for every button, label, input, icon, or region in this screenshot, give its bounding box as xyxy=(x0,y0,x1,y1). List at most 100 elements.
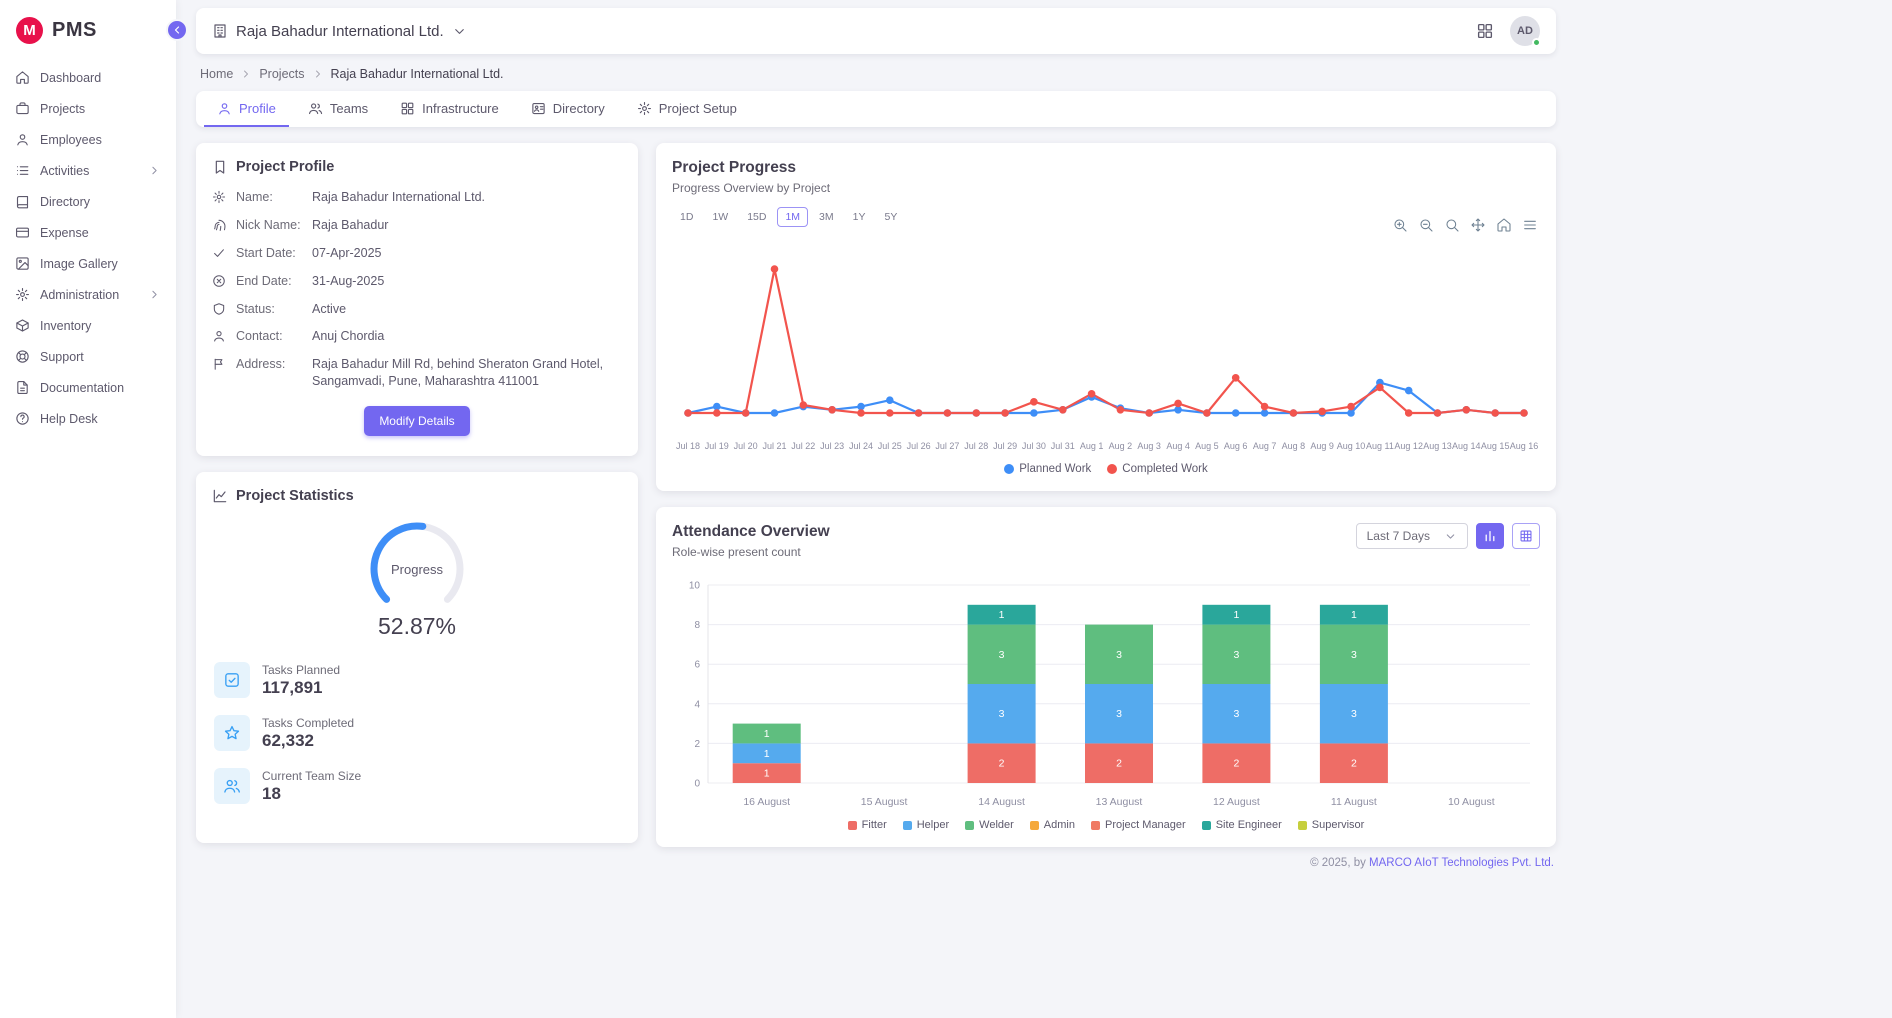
field-value: 07-Apr-2025 xyxy=(312,245,622,262)
date-range-select[interactable]: Last 7 Days xyxy=(1356,523,1468,549)
sidebar-nav: Dashboard Projects Employees Activities Dire… xyxy=(0,58,176,438)
range-1y[interactable]: 1Y xyxy=(845,207,874,227)
sidebar-item-label: Activities xyxy=(40,164,138,178)
check-icon xyxy=(212,246,226,260)
field-label: Status: xyxy=(236,301,302,318)
profile-card-title: Project Profile xyxy=(236,159,334,175)
apps-grid-icon[interactable] xyxy=(1476,22,1494,40)
chevron-right-icon xyxy=(148,288,161,301)
sidebar-item-documentation[interactable]: Documentation xyxy=(0,372,176,403)
field-value: Raja Bahadur xyxy=(312,217,622,234)
modify-details-button[interactable]: Modify Details xyxy=(364,406,469,436)
tab-project-setup[interactable]: Project Setup xyxy=(624,91,750,127)
users-icon xyxy=(308,101,323,116)
building-icon xyxy=(212,23,228,39)
progress-line-chart[interactable]: Jul 18Jul 19Jul 20Jul 21Jul 22Jul 23Jul … xyxy=(672,249,1540,459)
range-3m[interactable]: 3M xyxy=(811,207,842,227)
stat-tasks-planned: Tasks Planned117,891 xyxy=(214,662,620,698)
svg-text:10: 10 xyxy=(689,581,701,592)
sidebar-item-label: Projects xyxy=(40,102,161,116)
sidebar-collapse-button[interactable] xyxy=(166,19,188,41)
range-15d[interactable]: 15D xyxy=(739,207,774,227)
sidebar-item-inventory[interactable]: Inventory xyxy=(0,310,176,341)
app-root: M PMS DashboardProjectsEmployeesActiviti… xyxy=(0,8,1892,879)
sidebar-item-projects[interactable]: Projects xyxy=(0,93,176,124)
range-5y[interactable]: 5Y xyxy=(876,207,905,227)
sidebar-item-directory[interactable]: Directory xyxy=(0,186,176,217)
range-1d[interactable]: 1D xyxy=(672,207,701,227)
legend-item-project-manager[interactable]: Project Manager xyxy=(1091,819,1186,831)
project-statistics-card: Project Statistics Progress 52.87% Tasks… xyxy=(196,472,638,843)
legend-marker xyxy=(1202,821,1211,830)
legend-item-welder[interactable]: Welder xyxy=(965,819,1014,831)
svg-text:13 August: 13 August xyxy=(1096,796,1143,808)
zoom-in-icon[interactable] xyxy=(1392,217,1408,233)
field-value: Raja Bahadur Mill Rd, behind Sheraton Gr… xyxy=(312,356,622,390)
breadcrumb: HomeProjectsRaja Bahadur International L… xyxy=(200,67,1554,81)
breadcrumb-item-projects[interactable]: Projects xyxy=(259,67,304,81)
svg-text:3: 3 xyxy=(1233,708,1239,720)
tab-infrastructure[interactable]: Infrastructure xyxy=(387,91,512,127)
sidebar-item-employees[interactable]: Employees xyxy=(0,124,176,155)
legend-item-fitter[interactable]: Fitter xyxy=(848,819,887,831)
progress-gauge: Progress 52.87% xyxy=(212,514,622,640)
list-icon xyxy=(15,163,30,178)
legend-item-supervisor[interactable]: Supervisor xyxy=(1298,819,1365,831)
footer-company-link[interactable]: MARCO AIoT Technologies Pvt. Ltd. xyxy=(1369,857,1554,869)
sidebar-item-administration[interactable]: Administration xyxy=(0,279,176,310)
range-1m[interactable]: 1M xyxy=(777,207,808,227)
range-1w[interactable]: 1W xyxy=(704,207,736,227)
selection-zoom-icon[interactable] xyxy=(1444,217,1460,233)
shield-icon xyxy=(212,302,226,316)
legend-label: Supervisor xyxy=(1312,819,1365,831)
legend-label: Project Manager xyxy=(1105,819,1186,831)
bar-view-toggle[interactable] xyxy=(1476,523,1504,549)
svg-text:2: 2 xyxy=(1351,758,1357,770)
svg-text:3: 3 xyxy=(999,708,1005,720)
svg-text:3: 3 xyxy=(1233,649,1239,661)
avatar-initials: AD xyxy=(1517,25,1533,37)
chevron-down-icon xyxy=(1444,530,1457,543)
avatar[interactable]: AD xyxy=(1510,16,1540,46)
reset-zoom-icon[interactable] xyxy=(1496,217,1512,233)
sidebar-item-expense[interactable]: Expense xyxy=(0,217,176,248)
legend-item-helper[interactable]: Helper xyxy=(903,819,949,831)
legend-item-admin[interactable]: Admin xyxy=(1030,819,1075,831)
legend-item-completed-work[interactable]: Completed Work xyxy=(1107,463,1207,475)
tab-profile[interactable]: Profile xyxy=(204,91,289,127)
tab-directory[interactable]: Directory xyxy=(518,91,618,127)
sidebar-item-label: Employees xyxy=(40,133,161,147)
pan-icon[interactable] xyxy=(1470,217,1486,233)
svg-text:Jul 18: Jul 18 xyxy=(676,441,700,451)
sidebar-item-activities[interactable]: Activities xyxy=(0,155,176,186)
chart-toolbar xyxy=(1392,217,1538,233)
company-selector[interactable]: Raja Bahadur International Ltd. xyxy=(212,23,467,40)
sidebar-item-help-desk[interactable]: Help Desk xyxy=(0,403,176,434)
sidebar-item-dashboard[interactable]: Dashboard xyxy=(0,62,176,93)
table-view-toggle[interactable] xyxy=(1512,523,1540,549)
svg-text:Jul 22: Jul 22 xyxy=(791,441,815,451)
zoom-out-icon[interactable] xyxy=(1418,217,1434,233)
legend-item-site-engineer[interactable]: Site Engineer xyxy=(1202,819,1282,831)
svg-text:2: 2 xyxy=(999,758,1005,770)
sidebar-item-image-gallery[interactable]: Image Gallery xyxy=(0,248,176,279)
svg-text:Jul 23: Jul 23 xyxy=(820,441,844,451)
legend-label: Fitter xyxy=(862,819,887,831)
legend-item-planned-work[interactable]: Planned Work xyxy=(1004,463,1091,475)
stat-label: Tasks Planned xyxy=(262,663,340,677)
attendance-subtitle: Role-wise present count xyxy=(672,545,830,559)
svg-text:Jul 21: Jul 21 xyxy=(762,441,786,451)
tab-teams[interactable]: Teams xyxy=(295,91,381,127)
svg-text:16 August: 16 August xyxy=(743,796,790,808)
app-logo[interactable]: M PMS xyxy=(0,0,176,58)
briefcase-icon xyxy=(15,101,30,116)
svg-text:Aug 13: Aug 13 xyxy=(1423,441,1452,451)
help-icon xyxy=(15,411,30,426)
field-label: End Date: xyxy=(236,273,302,290)
chart-menu-icon[interactable] xyxy=(1522,217,1538,233)
attendance-bar-chart[interactable]: 024681011116 August15 August233114 Augus… xyxy=(672,575,1540,815)
chevron-right-icon xyxy=(148,164,161,177)
legend-marker xyxy=(1298,821,1307,830)
sidebar-item-support[interactable]: Support xyxy=(0,341,176,372)
breadcrumb-item-home[interactable]: Home xyxy=(200,67,233,81)
